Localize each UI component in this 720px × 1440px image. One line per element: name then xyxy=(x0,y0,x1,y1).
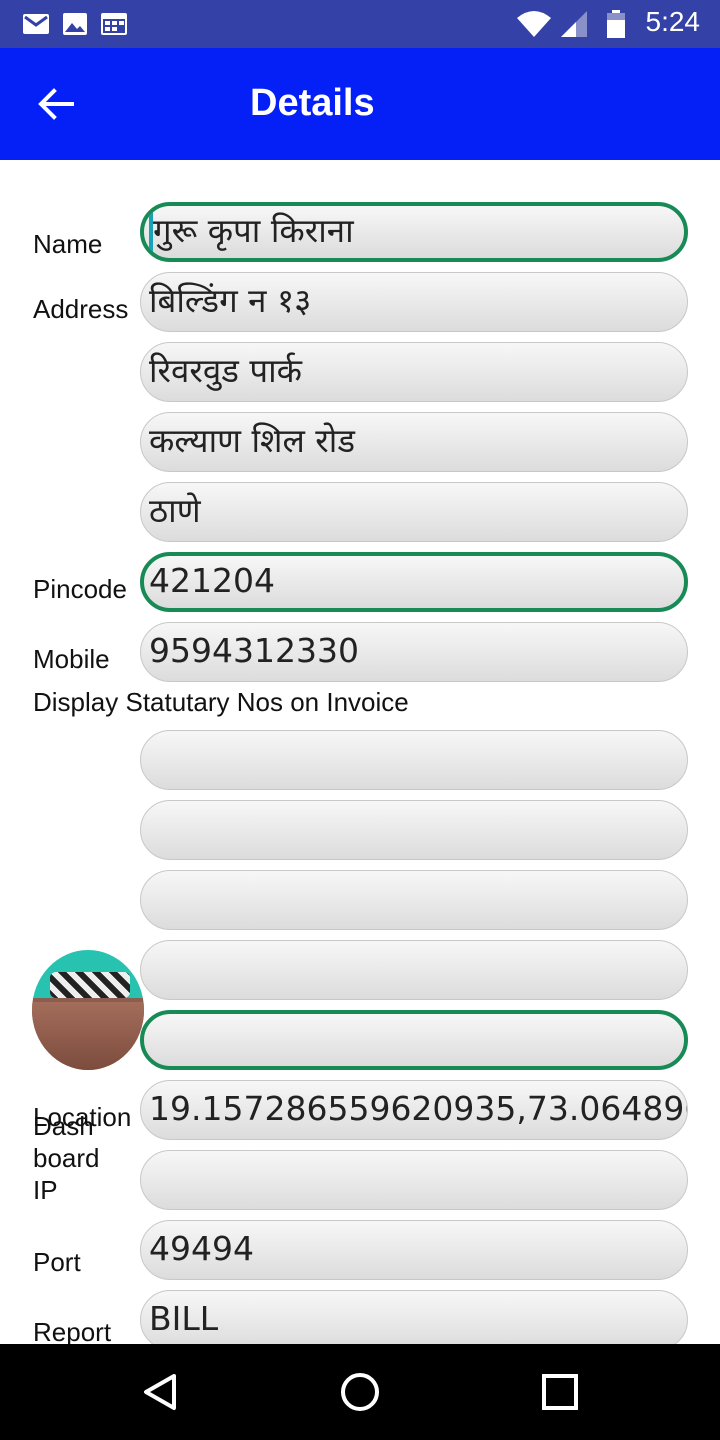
home-circle-icon[interactable] xyxy=(336,1368,384,1416)
back-triangle-icon[interactable] xyxy=(136,1368,184,1416)
address-line-1-field[interactable]: बिल्डिंग न १३ xyxy=(140,272,688,332)
shop-photo-avatar[interactable] xyxy=(32,950,144,1070)
mobile-field[interactable]: 9594312330 xyxy=(140,622,688,682)
location-field[interactable]: 19.157286559620935,73.06489001 xyxy=(140,1080,688,1140)
name-value: गुरू कृपा किराना xyxy=(153,211,354,250)
report-label: Report xyxy=(33,1317,112,1344)
statutory-field-2[interactable] xyxy=(140,800,688,860)
statutory-nos-label: Display Statutary Nos on Invoice xyxy=(33,687,409,717)
statutory-field-3[interactable] xyxy=(140,870,688,930)
gmail-icon xyxy=(23,14,49,34)
battery-icon xyxy=(607,10,625,38)
status-bar: 5:24 xyxy=(0,0,720,48)
pincode-field[interactable]: 421204 xyxy=(140,552,688,612)
address-line-2-field[interactable]: रिवरवुड पार्क xyxy=(140,342,688,402)
port-label: Port xyxy=(33,1247,81,1277)
statutory-field-5[interactable] xyxy=(140,1010,688,1070)
address-label: Address xyxy=(33,294,129,324)
pincode-label: Pincode xyxy=(33,574,127,604)
wifi-icon xyxy=(517,11,551,37)
port-field[interactable]: 49494 xyxy=(140,1220,688,1280)
name-field[interactable]: गुरू कृपा किराना xyxy=(140,202,688,262)
details-form[interactable]: Name गुरू कृपा किराना Address बिल्डिंग न… xyxy=(0,160,720,1344)
mobile-label: Mobile xyxy=(33,644,110,674)
back-arrow-icon[interactable] xyxy=(30,78,82,130)
name-label: Name xyxy=(33,229,103,259)
statutory-field-1[interactable] xyxy=(140,730,688,790)
app-bar: Details xyxy=(0,48,720,160)
photo-icon xyxy=(63,13,87,35)
dashboard-ip-field[interactable] xyxy=(140,1150,688,1210)
photo-detail xyxy=(32,1002,144,1070)
system-nav-bar xyxy=(0,1344,720,1440)
address-line-4-field[interactable]: ठाणे xyxy=(140,482,688,542)
signal-icon xyxy=(561,11,587,37)
status-time: 5:24 xyxy=(645,6,701,37)
address-line-3-field[interactable]: कल्याण शिल रोड xyxy=(140,412,688,472)
page-title: Details xyxy=(250,82,375,124)
photo-detail xyxy=(50,972,130,998)
calendar-icon xyxy=(101,13,127,35)
recents-square-icon[interactable] xyxy=(536,1368,584,1416)
statutory-field-4[interactable] xyxy=(140,940,688,1000)
dashboard-ip-label: Dash board IP xyxy=(33,1111,100,1205)
report-field[interactable]: BILL xyxy=(140,1290,688,1344)
